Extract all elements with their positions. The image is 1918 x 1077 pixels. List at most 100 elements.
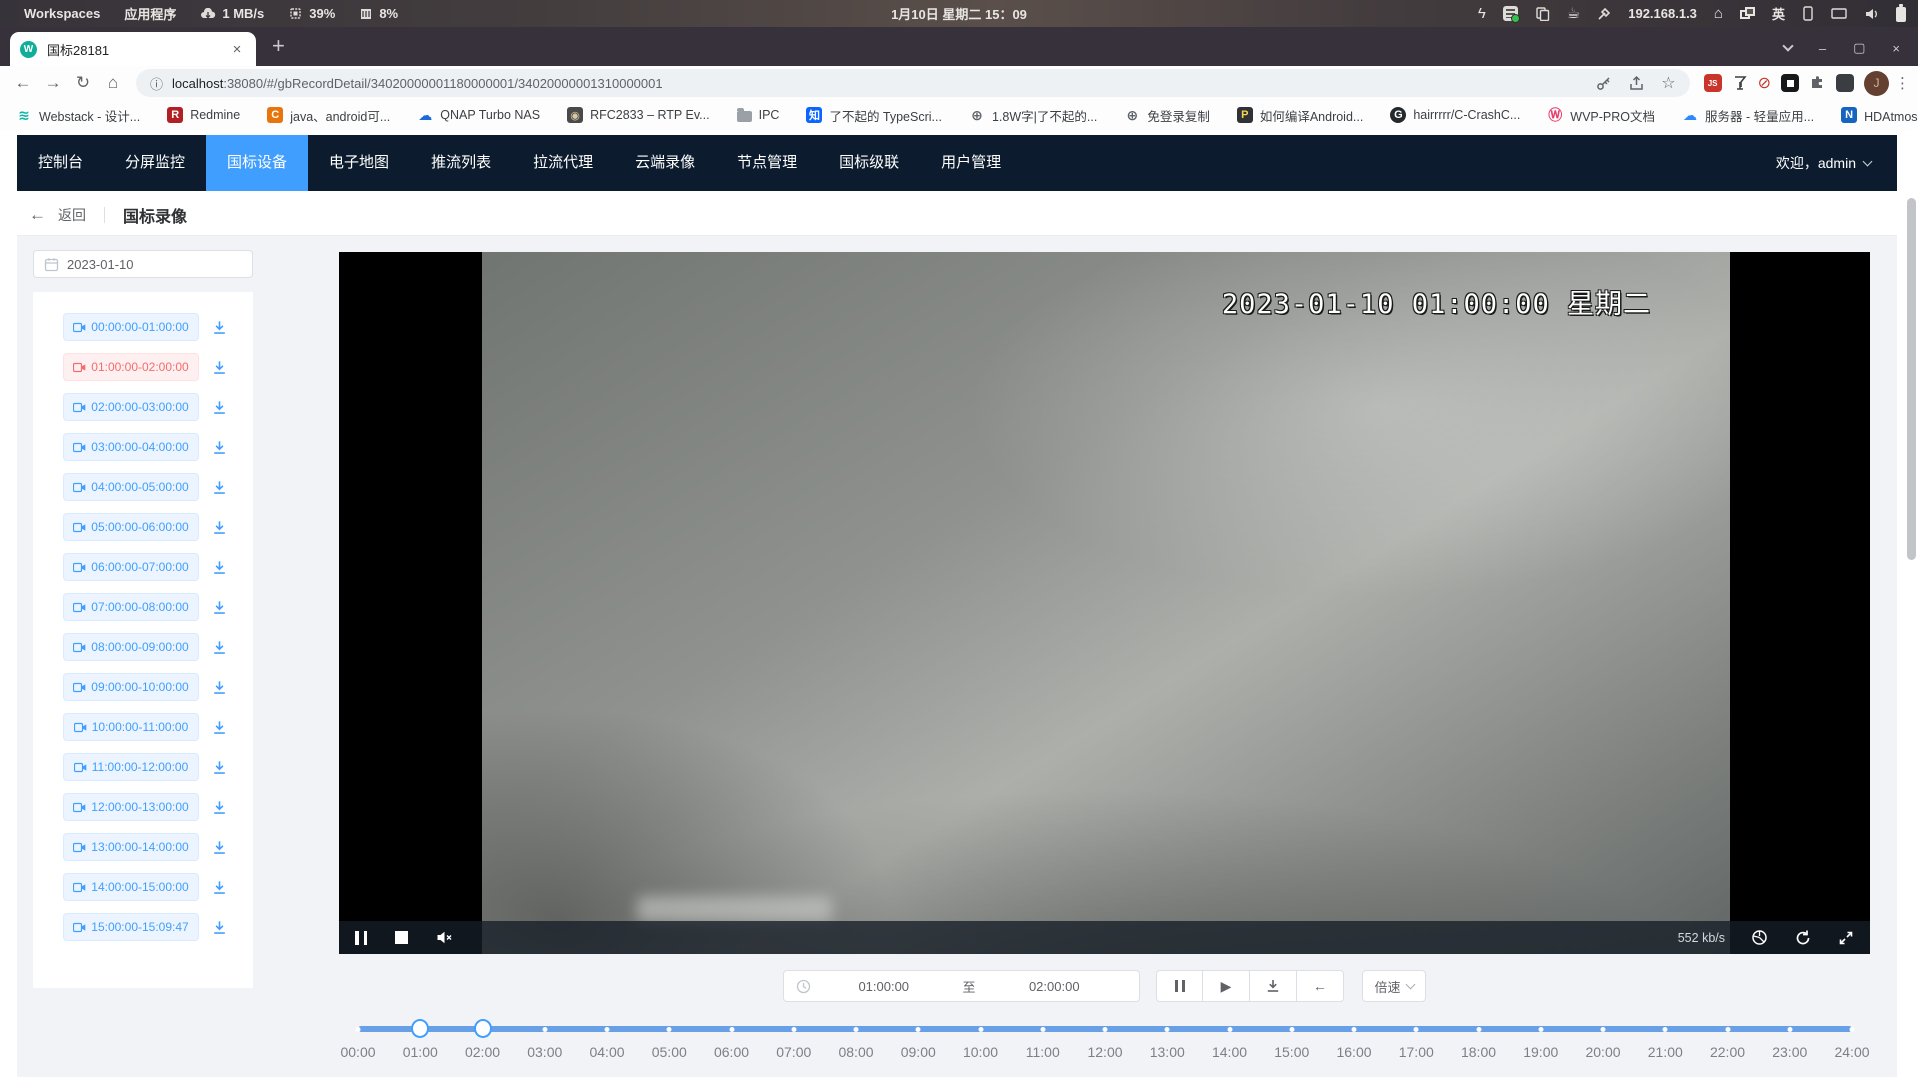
minimize-button[interactable]: – bbox=[1819, 41, 1826, 56]
video-player[interactable]: 2023-01-10 01:00:00 星期二 552 kb/s bbox=[339, 252, 1870, 954]
segment-chip-15[interactable]: 15:00:00-15:09:47 bbox=[63, 913, 199, 941]
maximize-button[interactable]: ▢ bbox=[1853, 40, 1865, 56]
segment-chip-10[interactable]: 10:00:00-11:00:00 bbox=[63, 713, 199, 741]
page-scrollbar[interactable] bbox=[1907, 192, 1916, 1072]
segment-chip-4[interactable]: 04:00:00-05:00:00 bbox=[63, 473, 199, 501]
nav-item-0[interactable]: 控制台 bbox=[17, 135, 104, 191]
workspaces-switcher-icon[interactable] bbox=[1740, 7, 1755, 20]
coffee-icon[interactable]: ☕ bbox=[1567, 6, 1580, 21]
bookmark-item-13[interactable]: NHDAtmos :: 种子 *... bbox=[1841, 106, 1918, 125]
monitor-icon[interactable] bbox=[1831, 7, 1847, 21]
browser-menu-icon[interactable]: ⋮ bbox=[1895, 74, 1910, 92]
time-range-input[interactable]: 01:00:00 至 02:00:00 bbox=[783, 970, 1140, 1002]
segment-download-button-10[interactable] bbox=[211, 719, 228, 736]
volume-icon[interactable] bbox=[1864, 7, 1879, 21]
pipette-icon[interactable] bbox=[1597, 7, 1611, 21]
segment-chip-7[interactable]: 07:00:00-08:00:00 bbox=[63, 593, 199, 621]
extension-dark-icon[interactable] bbox=[1781, 74, 1799, 92]
pause-button[interactable] bbox=[1156, 970, 1203, 1002]
timeline-handle-0[interactable] bbox=[411, 1019, 429, 1038]
extension-glass-icon[interactable] bbox=[1732, 75, 1748, 91]
timeline-slider[interactable]: 00:0001:0002:0003:0004:0005:0006:0007:00… bbox=[358, 1018, 1852, 1077]
segment-chip-11[interactable]: 11:00:00-12:00:00 bbox=[63, 753, 199, 781]
bookmark-item-2[interactable]: Cjava、android可... bbox=[267, 106, 390, 125]
segment-chip-8[interactable]: 08:00:00-09:00:00 bbox=[63, 633, 199, 661]
nav-item-3[interactable]: 电子地图 bbox=[308, 135, 410, 191]
player-stop-icon[interactable] bbox=[395, 931, 408, 944]
nav-item-2[interactable]: 国标设备 bbox=[206, 135, 308, 191]
speed-dropdown[interactable]: 倍速 bbox=[1362, 970, 1426, 1002]
segment-download-button-11[interactable] bbox=[211, 759, 228, 776]
nav-item-7[interactable]: 节点管理 bbox=[716, 135, 818, 191]
nav-item-5[interactable]: 拉流代理 bbox=[512, 135, 614, 191]
fullscreen-icon[interactable] bbox=[1838, 930, 1854, 946]
bookmark-item-10[interactable]: Ghairrrrr/C-CrashC... bbox=[1390, 107, 1520, 123]
nav-item-6[interactable]: 云端录像 bbox=[614, 135, 716, 191]
password-key-icon[interactable] bbox=[1595, 75, 1612, 92]
bookmark-item-7[interactable]: ⊕1.8W字|了不起的... bbox=[969, 106, 1097, 125]
bookmark-star-icon[interactable]: ☆ bbox=[1661, 73, 1675, 93]
ime-indicator[interactable]: 英 bbox=[1772, 4, 1785, 23]
reload-button[interactable]: ↻ bbox=[68, 68, 98, 98]
tab-search-icon[interactable] bbox=[1782, 40, 1793, 51]
back-arrow-icon[interactable]: ← bbox=[29, 205, 46, 225]
battery-icon[interactable] bbox=[1896, 7, 1906, 22]
nav-item-4[interactable]: 推流列表 bbox=[410, 135, 512, 191]
segment-download-button-5[interactable] bbox=[211, 519, 228, 536]
browser-home-button[interactable]: ⌂ bbox=[98, 68, 128, 98]
segment-download-button-2[interactable] bbox=[211, 399, 228, 416]
ip-address[interactable]: 192.168.1.3 bbox=[1628, 6, 1697, 21]
browser-tab[interactable]: W 国标28181 × bbox=[10, 32, 256, 66]
bookmark-item-4[interactable]: ◉RFC2833 – RTP Ev... bbox=[567, 107, 710, 123]
segment-chip-0[interactable]: 00:00:00-01:00:00 bbox=[63, 313, 199, 341]
bookmark-item-9[interactable]: P如何编译Android... bbox=[1237, 106, 1364, 125]
segment-chip-6[interactable]: 06:00:00-07:00:00 bbox=[63, 553, 199, 581]
home-icon[interactable]: ⌂ bbox=[1714, 6, 1723, 21]
address-bar[interactable]: ⓘ localhost:38080/#/gbRecordDetail/34020… bbox=[136, 69, 1690, 97]
bookmark-item-8[interactable]: ⊕免登录复制 bbox=[1124, 106, 1210, 125]
nav-item-8[interactable]: 国标级联 bbox=[818, 135, 920, 191]
launcher-icon[interactable]: ϟ bbox=[1478, 6, 1486, 21]
applications-button[interactable]: 应用程序 bbox=[124, 4, 176, 23]
start-time-value[interactable]: 01:00:00 bbox=[811, 979, 957, 994]
bookmark-item-12[interactable]: ☁服务器 - 轻量应用... bbox=[1682, 106, 1814, 125]
segment-chip-2[interactable]: 02:00:00-03:00:00 bbox=[63, 393, 199, 421]
player-mute-icon[interactable] bbox=[436, 930, 453, 945]
app-indicator-icon[interactable] bbox=[1503, 6, 1518, 21]
date-picker[interactable]: 2023-01-10 bbox=[33, 250, 253, 278]
page-info-icon[interactable]: ⓘ bbox=[150, 74, 163, 93]
end-time-value[interactable]: 02:00:00 bbox=[982, 979, 1128, 994]
refresh-icon[interactable] bbox=[1794, 929, 1812, 947]
segment-download-button-3[interactable] bbox=[211, 439, 228, 456]
segment-download-button-12[interactable] bbox=[211, 799, 228, 816]
forward-button[interactable]: → bbox=[38, 68, 68, 98]
segment-download-button-6[interactable] bbox=[211, 559, 228, 576]
download-button[interactable] bbox=[1250, 970, 1297, 1002]
phone-icon[interactable] bbox=[1802, 6, 1814, 21]
extension-blocker-icon[interactable]: ⊘ bbox=[1758, 73, 1771, 93]
segment-chip-13[interactable]: 13:00:00-14:00:00 bbox=[63, 833, 199, 861]
extension-square-icon[interactable] bbox=[1836, 74, 1854, 92]
bookmark-item-0[interactable]: ≋Webstack - 设计... bbox=[16, 106, 140, 125]
segment-chip-14[interactable]: 14:00:00-15:00:00 bbox=[63, 873, 199, 901]
extensions-puzzle-icon[interactable] bbox=[1809, 75, 1826, 92]
bookmark-item-5[interactable]: IPC bbox=[737, 108, 780, 122]
segment-download-button-15[interactable] bbox=[211, 919, 228, 936]
segment-download-button-0[interactable] bbox=[211, 319, 228, 336]
segment-chip-9[interactable]: 09:00:00-10:00:00 bbox=[63, 673, 199, 701]
bookmark-item-1[interactable]: RRedmine bbox=[167, 107, 240, 123]
timeline-handle-1[interactable] bbox=[474, 1019, 492, 1038]
bookmark-item-11[interactable]: ⓌWVP-PRO文档 bbox=[1547, 106, 1655, 125]
segment-download-button-4[interactable] bbox=[211, 479, 228, 496]
welcome-admin-menu[interactable]: 欢迎，admin bbox=[1776, 153, 1897, 173]
workspaces-button[interactable]: Workspaces bbox=[24, 6, 100, 21]
nav-item-9[interactable]: 用户管理 bbox=[920, 135, 1022, 191]
clipboard-icon[interactable] bbox=[1535, 6, 1550, 21]
segment-download-button-7[interactable] bbox=[211, 599, 228, 616]
play-button[interactable]: ▶ bbox=[1203, 970, 1250, 1002]
segment-download-button-13[interactable] bbox=[211, 839, 228, 856]
segment-chip-1[interactable]: 01:00:00-02:00:00 bbox=[63, 353, 199, 381]
scrollbar-thumb[interactable] bbox=[1907, 198, 1916, 560]
nav-item-1[interactable]: 分屏监控 bbox=[104, 135, 206, 191]
segment-chip-3[interactable]: 03:00:00-04:00:00 bbox=[63, 433, 199, 461]
